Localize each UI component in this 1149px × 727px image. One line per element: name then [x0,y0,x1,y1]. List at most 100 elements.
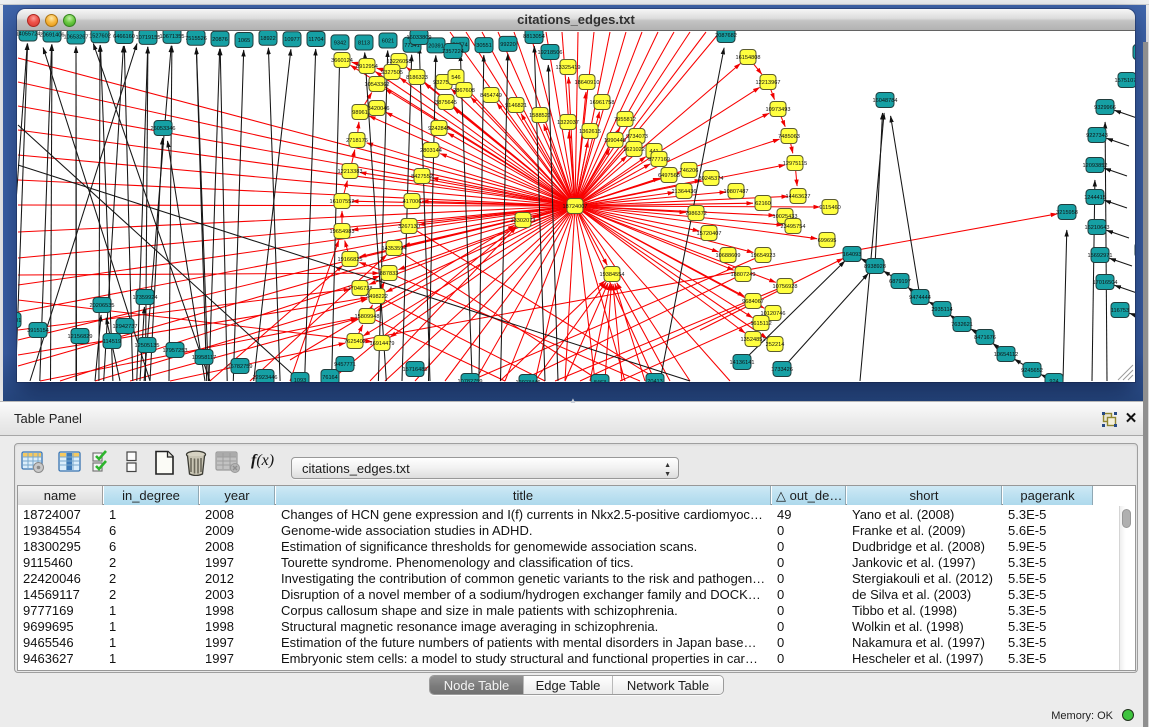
svg-text:7485063: 7485063 [778,134,800,140]
svg-text:16961758: 16961758 [590,100,615,106]
svg-text:924: 924 [1049,379,1058,382]
svg-text:9498222: 9498222 [366,294,388,300]
svg-text:9457771: 9457771 [334,362,356,368]
svg-text:3875645: 3875645 [435,100,457,106]
svg-text:18724007: 18724007 [563,204,588,210]
svg-text:12093852: 12093852 [1083,163,1108,169]
svg-text:13325419: 13325419 [556,65,581,71]
svg-text:1244415: 1244415 [1084,195,1106,201]
svg-text:8427552: 8427552 [411,174,433,180]
svg-text:1621022: 1621022 [623,147,645,153]
svg-text:2803144: 2803144 [420,148,442,154]
svg-text:20691406: 20691406 [40,33,65,39]
svg-text:18807249: 18807249 [731,272,756,278]
svg-text:10973493: 10973493 [766,107,791,113]
svg-text:14463627: 14463627 [786,194,811,200]
svg-text:12505135: 12505135 [135,343,160,349]
svg-text:10782759: 10782759 [458,379,483,382]
svg-text:9342: 9342 [334,40,346,46]
svg-text:16033809: 16033809 [407,35,432,41]
svg-text:114519: 114519 [103,339,121,345]
svg-text:15809948: 15809948 [355,314,380,320]
svg-text:8463: 8463 [594,380,606,382]
svg-text:15716485: 15716485 [403,367,428,373]
svg-text:10671355: 10671355 [160,34,185,40]
svg-text:10653267: 10653267 [64,35,89,41]
svg-text:1527602: 1527602 [89,33,111,39]
svg-text:12975115: 12975115 [783,161,807,167]
svg-text:3660124: 3660124 [331,58,353,64]
svg-text:14136141: 14136141 [730,360,755,366]
svg-text:3215958: 3215958 [1056,210,1078,216]
svg-text:19218506: 19218506 [538,50,563,56]
svg-text:7955812: 7955812 [614,117,636,123]
svg-text:1615112: 1615112 [750,321,771,327]
svg-text:11704: 11704 [308,37,323,43]
svg-text:2087682: 2087682 [715,33,737,39]
svg-text:9115460: 9115460 [819,205,840,211]
svg-text:1065: 1065 [238,38,250,44]
svg-text:15720407: 15720407 [697,231,722,237]
svg-text:10719155: 10719155 [136,35,161,41]
svg-text:12213967: 12213967 [756,80,781,86]
svg-text:9327505: 9327505 [381,70,403,76]
svg-text:30551: 30551 [476,43,492,49]
svg-text:8454749: 8454749 [480,93,502,99]
svg-text:1362615: 1362615 [579,129,601,135]
svg-text:19654923: 19654923 [751,253,776,259]
svg-text:8813054: 8813054 [523,34,545,40]
svg-text:1588520: 1588520 [529,113,551,119]
svg-text:12213383: 12213383 [338,169,363,175]
svg-text:9734073: 9734073 [626,134,648,140]
svg-text:2935114: 2935114 [931,307,952,313]
svg-text:1990448: 1990448 [604,138,626,144]
svg-text:13524851: 13524851 [741,337,766,343]
svg-text:16782759: 16782759 [228,364,253,370]
svg-text:9242848: 9242848 [428,126,450,132]
svg-text:26053346: 26053346 [151,126,176,132]
svg-text:9245652: 9245652 [1021,368,1043,374]
svg-text:16048784: 16048784 [873,98,898,104]
svg-text:12923446: 12923446 [516,380,541,382]
svg-text:17359924: 17359924 [133,295,158,301]
svg-text:7515526: 7515526 [185,36,207,42]
svg-text:30245374: 30245374 [699,176,724,182]
svg-text:6497568: 6497568 [658,173,680,179]
svg-text:6466160: 6466160 [113,34,135,40]
svg-text:7625402: 7625402 [344,339,366,345]
svg-text:16210643: 16210643 [1085,225,1110,231]
svg-text:465001: 465001 [17,318,21,324]
svg-text:8938928: 8938928 [864,264,886,270]
svg-text:15692971: 15692971 [1088,253,1113,259]
svg-text:19166825: 19166825 [338,257,363,263]
svg-text:7357224: 7357224 [442,49,464,55]
svg-text:9684067: 9684067 [742,299,764,305]
svg-text:23495754: 23495754 [781,224,806,230]
svg-text:7632621: 7632621 [951,322,973,328]
svg-text:17957253: 17957253 [163,348,188,354]
svg-text:10756928: 10756928 [773,284,798,290]
svg-text:62160: 62160 [755,201,771,207]
svg-text:8186323: 8186323 [406,75,428,81]
svg-text:10977: 10977 [284,37,300,43]
svg-text:164093: 164093 [843,252,862,258]
svg-text:6021: 6021 [382,39,394,45]
svg-text:9227343: 9227343 [1086,133,1108,139]
svg-text:16107552: 16107552 [330,199,355,205]
svg-text:21364436: 21364436 [672,189,697,195]
svg-text:12156829: 12156829 [68,334,93,340]
svg-text:20413: 20413 [647,379,663,382]
svg-text:10958117: 10958117 [192,355,216,361]
svg-text:20876: 20876 [212,37,228,43]
svg-text:1093: 1093 [294,378,306,382]
svg-text:116753: 116753 [1111,308,1129,314]
svg-text:887833: 887833 [380,271,399,277]
svg-text:8113: 8113 [358,41,370,47]
svg-text:3267130: 3267130 [398,224,420,230]
svg-text:12923446: 12923446 [253,375,278,381]
svg-text:8471676: 8471676 [974,335,996,341]
svg-text:10807487: 10807487 [724,189,749,195]
svg-text:16914479: 16914479 [370,341,395,347]
svg-text:17016504: 17016504 [1093,280,1118,286]
svg-text:14353594: 14353594 [382,246,407,252]
